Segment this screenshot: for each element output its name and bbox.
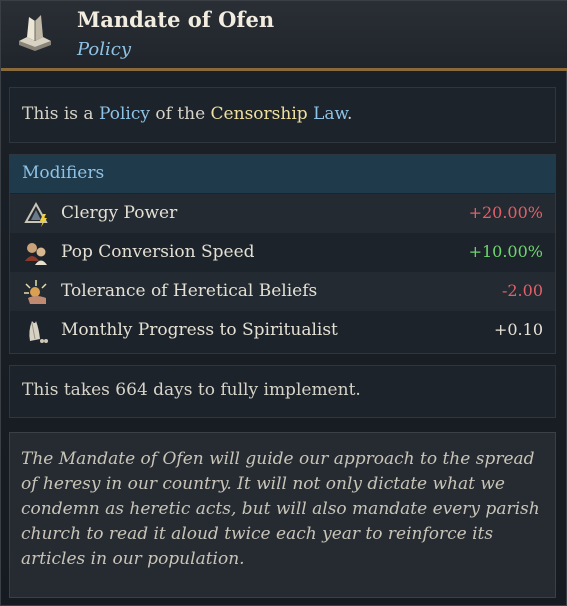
- modifier-value: +10.00%: [468, 242, 543, 261]
- spiritualist-icon: [29, 321, 48, 343]
- modifiers-panel: Modifiers Clergy Power +20.00% Pop Conve…: [9, 154, 556, 354]
- modifiers-title: Modifiers: [22, 163, 105, 183]
- modifier-label: Tolerance of Heretical Beliefs: [61, 281, 318, 301]
- policy-description: The Mandate of Ofen will guide our appro…: [21, 449, 540, 569]
- law-info-prefix: This is a: [22, 104, 99, 124]
- modifier-value: +0.10: [493, 320, 543, 339]
- implementation-panel: This takes 664 days to fully implement.: [9, 365, 556, 418]
- modifier-row-spiritualist[interactable]: Monthly Progress to Spiritualist +0.10: [10, 311, 555, 350]
- modifier-row-tolerance[interactable]: Tolerance of Heretical Beliefs -2.00: [10, 272, 555, 311]
- policy-type-label: Policy: [77, 39, 131, 60]
- censorship-law-link[interactable]: Censorship: [211, 104, 308, 124]
- modifier-label: Monthly Progress to Spiritualist: [61, 320, 338, 340]
- pop-conversion-icon: [25, 243, 47, 265]
- modifier-label: Pop Conversion Speed: [61, 242, 255, 262]
- law-info-panel: This is a Policy of the Censorship Law.: [9, 87, 556, 143]
- law-info-middle: of the: [149, 104, 211, 124]
- tolerance-icon: [24, 280, 47, 304]
- policy-title: Mandate of Ofen: [77, 7, 275, 32]
- clergy-power-icon: [24, 201, 48, 227]
- modifier-row-clergy-power[interactable]: Clergy Power +20.00%: [10, 194, 555, 233]
- law-link[interactable]: Law: [313, 104, 347, 124]
- policy-tooltip: Mandate of Ofen Policy This is a Policy …: [0, 0, 567, 606]
- modifier-label: Clergy Power: [61, 203, 178, 223]
- description-panel: The Mandate of Ofen will guide our appro…: [9, 432, 556, 598]
- law-info-suffix: .: [347, 104, 353, 124]
- modifier-value: -2.00: [501, 281, 543, 300]
- book-icon: [19, 15, 51, 51]
- policy-link[interactable]: Policy: [99, 104, 150, 124]
- implementation-time-text: This takes 664 days to fully implement.: [22, 380, 361, 400]
- modifier-row-pop-conversion[interactable]: Pop Conversion Speed +10.00%: [10, 233, 555, 272]
- modifiers-header: Modifiers: [10, 155, 555, 193]
- law-info-text: This is a Policy of the Censorship Law.: [22, 104, 352, 124]
- tooltip-header: Mandate of Ofen Policy: [1, 1, 567, 71]
- modifier-value: +20.00%: [468, 203, 543, 222]
